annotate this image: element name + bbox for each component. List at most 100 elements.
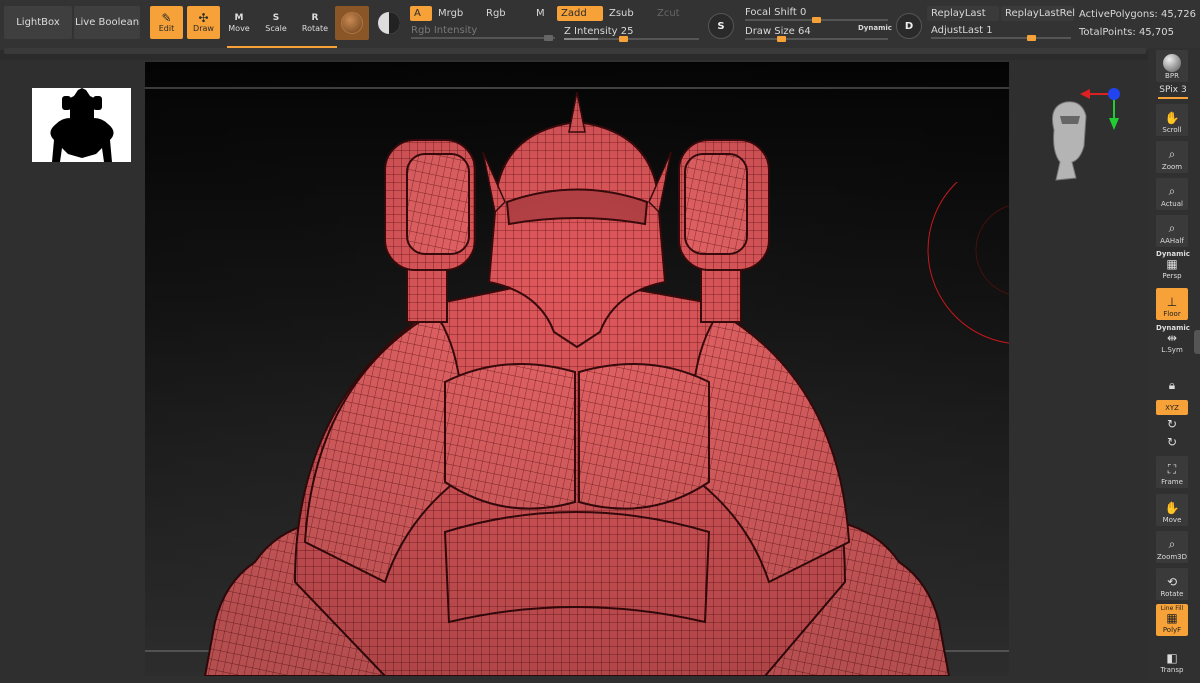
floor-icon: ⊥ [1166, 295, 1178, 309]
right-shelf: BPR SPix 3 ✋ Scroll ⌕ Zoom ⌕ Actual ⌕ AAHalf… [1148, 48, 1200, 683]
axis-x-icon [1080, 89, 1090, 99]
draw-size-slider[interactable] [745, 36, 888, 42]
zsub-label: Zsub [609, 8, 634, 19]
rgb-toggle[interactable]: Rgb [482, 6, 532, 21]
persp-label: Persp [1162, 272, 1182, 280]
lock-button[interactable]: 🔒︎ [1156, 364, 1188, 396]
3d-viewport-canvas[interactable] [145, 62, 1009, 676]
edit-pencil-icon: ✎ [161, 10, 172, 25]
live-boolean-label: Live Boolean [74, 17, 140, 28]
scroll-button[interactable]: ✋ Scroll [1156, 104, 1188, 136]
floor-button[interactable]: ⊥ Floor [1156, 288, 1188, 320]
rotate-view-button[interactable]: ⟲ Rotate [1156, 568, 1188, 600]
zadd-label: Zadd [561, 8, 587, 19]
zoom3d-label: Zoom3D [1156, 553, 1188, 561]
polyf-button[interactable]: Line Fill ▦ PolyF [1156, 604, 1188, 636]
xyz-label: XYZ [1165, 403, 1179, 412]
frame-button[interactable]: ⛶ Frame [1156, 456, 1188, 488]
hand-move-icon: ✋ [1164, 501, 1180, 515]
zcut-label: Zcut [657, 8, 680, 19]
zsub-toggle[interactable]: Zsub [605, 6, 649, 21]
symmetry-icon: ⇹ [1166, 331, 1178, 345]
rotate-y-button[interactable]: ↻ [1156, 417, 1188, 433]
focal-shift-slider[interactable] [745, 17, 888, 23]
focal-shift-value: 0 [800, 7, 807, 18]
a-toggle[interactable]: A [410, 6, 432, 21]
move-label: Move [228, 23, 250, 33]
top-shelf: LightBox Live Boolean ✎ Edit ✣ Draw M Mo… [0, 0, 1200, 50]
grid-icon: ▦ [1166, 257, 1178, 271]
rotate-z-icon: ↻ [1166, 435, 1178, 449]
scale-button[interactable]: S Scale [262, 6, 290, 39]
brush-cursor-ring [927, 182, 1009, 344]
texture-button[interactable] [374, 6, 404, 39]
z-intensity-slider[interactable] [564, 36, 699, 42]
draw-crosshair-icon: ✣ [198, 10, 209, 25]
material-sphere-icon [341, 12, 363, 34]
zoom3d-icon: ⌕ [1168, 537, 1176, 551]
sculptris-pro-s-icon[interactable]: S [708, 13, 734, 39]
replay-last-label: ReplayLast [931, 8, 986, 19]
rgb-intensity-slider[interactable] [411, 35, 555, 41]
frame-icon: ⛶ [1167, 462, 1177, 476]
zoom3d-button[interactable]: ⌕ Zoom3D [1156, 531, 1188, 563]
zoom-label: Zoom [1161, 163, 1183, 171]
dynamic-d-icon[interactable]: D [896, 13, 922, 39]
zoom-button[interactable]: ⌕ Zoom [1156, 141, 1188, 173]
lightbox-button[interactable]: LightBox [4, 6, 72, 39]
lightbox-label: LightBox [16, 17, 60, 28]
move-key-icon: M [234, 12, 244, 23]
yin-yang-icon [378, 11, 400, 34]
silhouette-thumbnail[interactable] [32, 88, 131, 162]
aahalf-icon: ⌕ [1168, 221, 1176, 235]
hand-icon: ✋ [1164, 111, 1180, 125]
dynamic-label[interactable]: Dynamic [858, 24, 892, 32]
axis-y-icon [1109, 118, 1119, 130]
rotate-button[interactable]: R Rotate [299, 6, 331, 39]
spix-control[interactable]: SPix 3 [1152, 85, 1194, 95]
xyz-button[interactable]: XYZ [1156, 400, 1188, 415]
transp-button[interactable]: ◧ Transp [1156, 644, 1188, 676]
spix-slider[interactable] [1158, 97, 1188, 99]
active-polygons-stat: ActivePolygons: 45,726 [1079, 9, 1196, 20]
rgb-label: Rgb [486, 8, 506, 19]
live-boolean-button[interactable]: Live Boolean [74, 6, 140, 39]
move-button[interactable]: M Move [225, 6, 253, 39]
adjust-last-slider[interactable] [931, 35, 1071, 41]
transp-label: Transp [1160, 666, 1184, 674]
replay-last-rel-button[interactable]: ReplayLastRel [1001, 6, 1075, 21]
zcut-toggle[interactable]: Zcut [653, 6, 697, 21]
lsym-button[interactable]: ⇹ L.Sym [1156, 331, 1188, 356]
aahalf-button[interactable]: ⌕ AAHalf [1156, 215, 1188, 247]
rgb-intensity-label: Rgb Intensity [411, 25, 478, 36]
bpr-button[interactable]: BPR [1156, 50, 1188, 82]
aahalf-label: AAHalf [1160, 237, 1184, 245]
material-button[interactable] [335, 6, 369, 40]
polyframe-icon: ▦ [1166, 611, 1178, 625]
rotate-icon: ⟲ [1166, 575, 1178, 589]
a-label: A [414, 8, 421, 19]
actual-size-icon: ⌕ [1168, 184, 1176, 198]
magnifier-icon: ⌕ [1168, 147, 1176, 161]
draw-label: Draw [193, 23, 214, 33]
mrgb-toggle[interactable]: Mrgb [434, 6, 480, 21]
rotate-y-icon: ↻ [1166, 417, 1178, 431]
edit-button[interactable]: ✎ Edit [150, 6, 183, 39]
draw-button[interactable]: ✣ Draw [187, 6, 220, 39]
mrgb-label: Mrgb [438, 8, 464, 19]
replay-last-button[interactable]: ReplayLast [927, 6, 999, 21]
m-toggle[interactable]: M [532, 6, 554, 21]
persp-button[interactable]: ▦ Persp [1156, 257, 1188, 282]
total-points-stat: TotalPoints: 45,705 [1079, 27, 1174, 38]
actual-button[interactable]: ⌕ Actual [1156, 178, 1188, 210]
rotate-z-button[interactable]: ↻ [1156, 435, 1188, 451]
move-view-button[interactable]: ✋ Move [1156, 494, 1188, 526]
spix-value: 3 [1180, 85, 1187, 95]
transparency-icon: ◧ [1166, 651, 1178, 665]
navigation-head-icon[interactable] [1040, 86, 1130, 184]
top-scrollbar[interactable] [4, 48, 1146, 54]
scroll-label: Scroll [1162, 126, 1182, 134]
zadd-toggle[interactable]: Zadd [557, 6, 603, 21]
draw-size-value: 64 [798, 26, 811, 37]
right-tray-handle[interactable] [1194, 330, 1200, 354]
